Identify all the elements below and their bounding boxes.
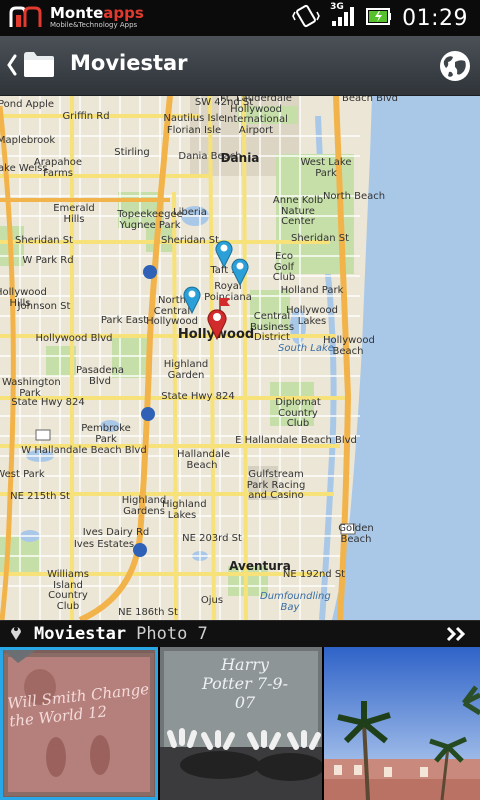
map-label: Aventura (229, 559, 291, 573)
map-label: Stirling (114, 147, 150, 158)
map-label: West Park (0, 469, 45, 480)
map-label: Park East (100, 315, 148, 326)
photo-label: Photo 7 (136, 624, 208, 644)
map-label: W Park Rd (22, 255, 74, 266)
map-label: NE 215th St (10, 491, 70, 502)
map-label: Sheridan St (15, 235, 73, 246)
map-label: State Hwy 824 (11, 397, 85, 408)
location-pin-icon (10, 623, 22, 645)
map-label: Ives Estates (73, 539, 135, 550)
map-label: State Hwy 824 (161, 391, 235, 402)
map-label: Beach Blvd (341, 96, 399, 104)
map-label: Sheridan St (161, 235, 219, 246)
double-chevron-right-icon[interactable] (446, 626, 468, 646)
vibrate-icon (292, 4, 320, 32)
map-label: Washington Park (2, 377, 61, 399)
map-label: NE 186th St (118, 607, 178, 618)
brand-tagline: Mobile&Technology Apps (50, 20, 138, 29)
network-type: 3G (330, 2, 344, 12)
monteapps-logo-icon (8, 5, 44, 29)
map-label: Pembroke Park (81, 423, 131, 445)
map-label: Dumfoundling Bay (260, 591, 331, 613)
map-label: Hallandale Beach (177, 449, 231, 471)
map-label: Hollywood Beach (323, 335, 375, 357)
map-label: Ojus (200, 595, 224, 606)
clock: 01:29 (402, 5, 468, 31)
map-label: W Hallandale Beach Blvd (21, 445, 147, 456)
map-label: Johnson St (17, 301, 71, 312)
map-label: Ives Dairy Rd (82, 527, 150, 538)
brand: Monteapps Mobile&Technology Apps (8, 5, 144, 29)
globe-icon[interactable] (438, 49, 472, 87)
photo-thumbnail-3[interactable] (324, 647, 480, 800)
back-chevron-icon[interactable] (6, 54, 18, 80)
map-label: Liberia (173, 207, 207, 218)
map-label: Eco Golf Club (272, 251, 296, 283)
action-bar: Moviestar (0, 36, 480, 96)
location-title: Moviestar (34, 624, 127, 644)
map-label: Golden Beach (338, 523, 374, 545)
signal-icon: 3G (330, 2, 356, 32)
brand-name-b: apps (103, 3, 144, 22)
map-pin-red-selected[interactable] (206, 306, 228, 340)
map-label: Hollywood Lakes (286, 305, 338, 327)
map-label: Maplebrook (0, 135, 56, 146)
map-label: Hollywood Blvd (35, 333, 113, 344)
battery-icon (366, 5, 392, 31)
photo-thumbnail-1[interactable]: Will Smith Change the World 12 (0, 647, 158, 800)
map-label: Highland Garden (163, 359, 209, 381)
folder-icon[interactable] (22, 49, 56, 83)
map-label: E Hallandale Beach Blvd (235, 435, 357, 446)
map-label: NE 192nd St (282, 569, 346, 580)
photo-thumbnail-2[interactable]: Harry Potter 7-9-07 (160, 647, 322, 800)
map-label: Griffin Rd (62, 111, 110, 122)
photo-inscription: Harry Potter 7-9-07 (202, 655, 288, 712)
map-label: Lake Weiss (0, 163, 48, 174)
map-label: North Beach (322, 191, 386, 202)
screen-title: Moviestar (70, 51, 188, 75)
map-view[interactable]: Pond Apple SW 42nd St Ft. Lauderdale Hol… (0, 96, 480, 620)
map-label: Highland Lakes (162, 499, 207, 521)
map-pin-blue[interactable] (182, 284, 202, 314)
map-label: Williams Island Country Club (47, 569, 89, 612)
map-label: Florian Isle (166, 125, 222, 136)
map-label: NE 203rd St (182, 533, 242, 544)
map-label: Pond Apple (0, 99, 55, 110)
map-label: Pasadena Blvd (75, 365, 124, 387)
map-label: Nautilus Isle (163, 113, 225, 124)
map-label: Holland Park (280, 285, 344, 296)
map-label: Sheridan St (291, 233, 349, 244)
map-label: West Lake Park (300, 157, 352, 179)
map-label: Emerald Hills (53, 203, 95, 225)
map-label: Anne Kolb Nature Center (272, 195, 324, 227)
map-label: Diplomat Country Club (275, 397, 321, 429)
status-bar: Monteapps Mobile&Technology Apps 3G 01:2… (0, 0, 480, 36)
map-label: Gulfstream Park Racing and Casino (246, 469, 306, 501)
map-label: Dania (220, 151, 260, 165)
location-info-bar[interactable]: Moviestar Photo 7 (0, 620, 480, 647)
map-pin-blue[interactable] (230, 256, 250, 286)
brand-name-a: Monte (50, 3, 104, 22)
photo-strip: Will Smith Change the World 12 Harry Pot… (0, 647, 480, 800)
